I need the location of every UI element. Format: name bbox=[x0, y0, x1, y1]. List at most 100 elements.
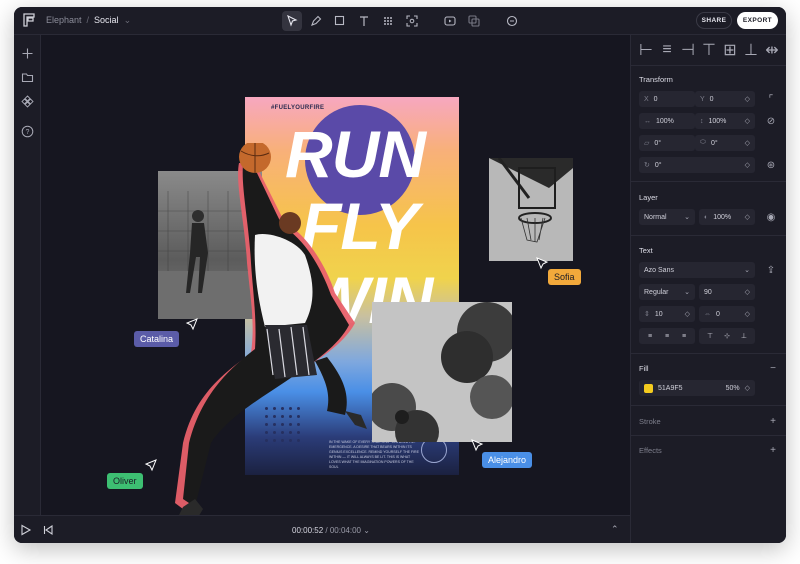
vertical-align-middle-icon[interactable]: ⊹ bbox=[724, 332, 730, 340]
width-field[interactable]: ↔ 100% bbox=[639, 113, 695, 129]
keyframe-icon[interactable]: ◇ bbox=[745, 213, 750, 221]
align-right-icon[interactable]: ⊣ bbox=[681, 42, 695, 59]
top-bar: Elephant / Social ⌄ SHARE EXPORT bbox=[14, 7, 786, 35]
components-icon[interactable] bbox=[21, 95, 34, 108]
add-stroke-icon[interactable]: + bbox=[767, 415, 779, 427]
height-field[interactable]: ↕ 100% ◇ bbox=[695, 113, 755, 129]
select-tool-icon[interactable] bbox=[282, 11, 302, 31]
chevron-down-icon[interactable]: ⌄ bbox=[363, 526, 370, 535]
font-size-field[interactable]: 90 ◇ bbox=[699, 284, 755, 300]
frame-tool-icon[interactable] bbox=[402, 11, 422, 31]
fill-field[interactable]: 51A9F5 50% ◇ bbox=[639, 380, 755, 396]
breadcrumb-project[interactable]: Elephant bbox=[46, 15, 82, 26]
fill-swatch[interactable] bbox=[644, 383, 653, 393]
transform-title: Transform bbox=[639, 75, 673, 84]
skew-y-field[interactable]: ⬭ 0° ◇ bbox=[695, 135, 755, 151]
playback-time[interactable]: 00:00:52 / 00:04:00 ⌄ bbox=[292, 526, 370, 535]
collaborator-tag-oliver: Oliver bbox=[107, 473, 143, 489]
font-family-select[interactable]: Azo Sans ⌄ bbox=[639, 262, 755, 278]
letter-spacing-field[interactable]: ⇔ 0 ◇ bbox=[699, 306, 755, 322]
app-window: Elephant / Social ⌄ SHARE EXPORT ? #FUEL… bbox=[14, 7, 786, 543]
app-logo-icon[interactable] bbox=[22, 13, 36, 27]
skew-x-icon: ▱ bbox=[644, 140, 650, 147]
opacity-field[interactable]: ◐ 100% ◇ bbox=[699, 209, 755, 225]
keyframe-icon[interactable]: ◇ bbox=[745, 288, 750, 296]
skew-y-value: 0° bbox=[710, 139, 718, 147]
help-icon[interactable]: ? bbox=[21, 125, 34, 138]
y-field[interactable]: Y 0 ◇ bbox=[695, 91, 755, 107]
layer-title: Layer bbox=[639, 193, 658, 202]
x-field[interactable]: X0 bbox=[639, 91, 695, 107]
keyframe-icon[interactable]: ◇ bbox=[745, 384, 750, 392]
text-tool-icon[interactable] bbox=[354, 11, 374, 31]
align-bottom-icon[interactable]: ⊥ bbox=[744, 42, 758, 59]
pen-tool-icon[interactable] bbox=[306, 11, 326, 31]
text-align-right-icon[interactable]: ≡ bbox=[682, 333, 686, 340]
vertical-align-top-icon[interactable]: ⊤ bbox=[707, 332, 713, 340]
compass-icon[interactable]: ⊛ bbox=[765, 159, 777, 171]
shape-tool-icon[interactable] bbox=[330, 11, 350, 31]
divider bbox=[631, 235, 786, 236]
keyframe-icon[interactable]: ◇ bbox=[745, 161, 750, 169]
grid-tool-icon[interactable] bbox=[378, 11, 398, 31]
media-tool-icon[interactable] bbox=[440, 11, 460, 31]
divider bbox=[631, 405, 786, 406]
chevron-down-icon[interactable]: ⌄ bbox=[124, 15, 132, 26]
divider bbox=[631, 65, 786, 66]
keyframe-icon[interactable]: ◇ bbox=[745, 95, 750, 103]
upload-font-icon[interactable]: ⇪ bbox=[765, 264, 777, 276]
add-icon[interactable] bbox=[21, 47, 34, 60]
x-value: 0 bbox=[653, 95, 658, 103]
line-height-icon: ⇕ bbox=[644, 311, 650, 318]
comment-tool-icon[interactable] bbox=[502, 11, 522, 31]
share-button[interactable]: SHARE bbox=[696, 12, 732, 29]
skew-x-value: 0° bbox=[654, 139, 662, 147]
keyframe-icon[interactable]: ◇ bbox=[685, 310, 690, 318]
corner-radius-icon[interactable]: ⌜ bbox=[765, 93, 777, 105]
keyframe-icon[interactable]: ◇ bbox=[745, 310, 750, 318]
unlink-icon[interactable]: ⊘ bbox=[765, 115, 777, 127]
divider bbox=[631, 435, 786, 436]
align-top-icon[interactable]: ⊤ bbox=[702, 42, 716, 59]
font-size-value: 90 bbox=[704, 288, 712, 296]
remove-fill-icon[interactable]: − bbox=[767, 362, 779, 374]
font-weight-select[interactable]: Regular ⌄ bbox=[639, 284, 695, 300]
text-align-center-icon[interactable]: ≡ bbox=[665, 333, 669, 340]
x-label: X bbox=[644, 95, 649, 103]
blend-mode-select[interactable]: Normal ⌄ bbox=[639, 209, 695, 225]
visibility-eye-icon[interactable]: ◉ bbox=[765, 211, 777, 223]
player-cutout[interactable] bbox=[155, 143, 475, 515]
add-effect-icon[interactable]: + bbox=[767, 444, 779, 456]
width-value: 100% bbox=[656, 117, 674, 125]
design-canvas[interactable]: #FUELYOURFIRE RUN FLY WIN IN THE WAKE OF… bbox=[41, 35, 630, 515]
folder-icon[interactable] bbox=[21, 71, 34, 84]
export-button[interactable]: EXPORT bbox=[737, 12, 778, 29]
stroke-title: Stroke bbox=[639, 417, 661, 426]
expand-timeline-icon[interactable]: ⌃ bbox=[611, 524, 619, 535]
align-center-v-icon[interactable]: ⊞ bbox=[723, 42, 737, 59]
keyframe-icon[interactable]: ◇ bbox=[745, 139, 750, 147]
cursor-arrow-icon bbox=[185, 318, 198, 331]
distribute-icon[interactable]: ⇹ bbox=[765, 42, 779, 59]
skew-x-field[interactable]: ▱ 0° bbox=[639, 135, 695, 151]
fill-hex: 51A9F5 bbox=[658, 384, 683, 392]
y-value: 0 bbox=[709, 95, 714, 103]
time-separator: / bbox=[325, 526, 328, 535]
photo-basketball-hoop[interactable] bbox=[489, 158, 573, 261]
skip-back-icon[interactable] bbox=[42, 524, 54, 536]
breadcrumb-page[interactable]: Social bbox=[94, 15, 119, 26]
play-icon[interactable] bbox=[20, 524, 32, 536]
text-align-left-icon[interactable]: ≡ bbox=[648, 333, 652, 340]
letter-spacing-icon: ⇔ bbox=[704, 310, 711, 318]
align-left-icon[interactable]: ⊢ bbox=[639, 42, 653, 59]
y-label: Y bbox=[700, 95, 705, 103]
boolean-tool-icon[interactable] bbox=[464, 11, 484, 31]
rotation-field[interactable]: ↻ 0° ◇ bbox=[639, 157, 755, 173]
alignment-toolbar: ⊢ ≡ ⊣ ⊤ ⊞ ⊥ ⇹ bbox=[639, 41, 779, 59]
tool-bar bbox=[282, 11, 522, 31]
keyframe-icon[interactable]: ◇ bbox=[745, 117, 750, 125]
line-height-field[interactable]: ⇕ 10 ◇ bbox=[639, 306, 695, 322]
align-center-h-icon[interactable]: ≡ bbox=[660, 41, 674, 58]
breadcrumb-separator: / bbox=[86, 15, 90, 25]
vertical-align-bottom-icon[interactable]: ⊥ bbox=[741, 332, 747, 340]
